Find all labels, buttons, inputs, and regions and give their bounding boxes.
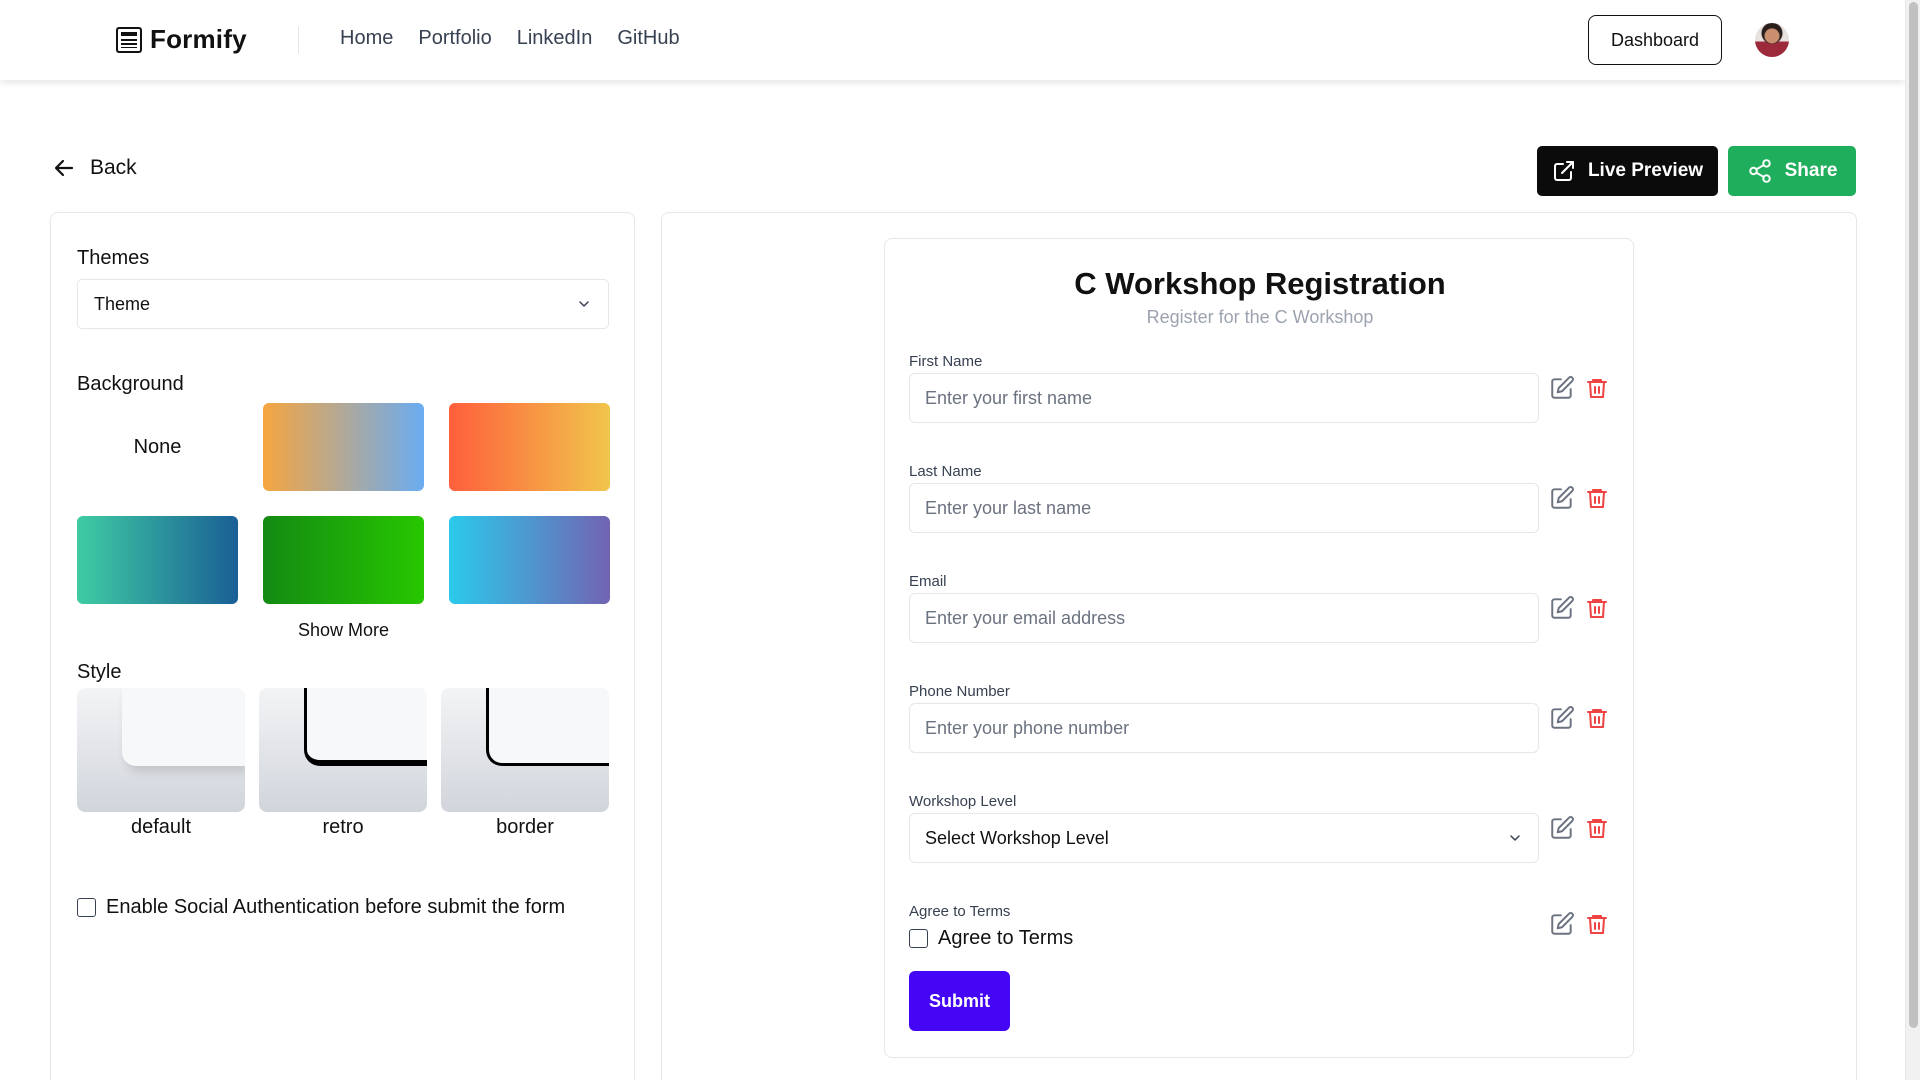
form-subtitle: Register for the C Workshop [1146,307,1374,327]
trash-icon[interactable] [1585,815,1609,841]
back-label: Back [90,156,137,179]
back-button[interactable]: Back [52,156,137,180]
live-preview-label: Live Preview [1587,160,1704,181]
phone-input[interactable] [909,703,1539,753]
nav-github-link[interactable]: GitHub [617,27,679,50]
share-button[interactable]: Share [1728,146,1856,196]
style-option-retro[interactable] [259,688,427,812]
chevron-down-icon [1510,835,1520,841]
nav-linkedin-link[interactable]: LinkedIn [517,27,593,50]
style-label-default: default [130,816,192,838]
style-option-default[interactable] [77,688,245,812]
form-card: C Workshop Registration Register for the… [884,238,1634,1058]
main-nav: Home Portfolio LinkedIn GitHub [340,27,680,50]
last-name-input[interactable] [909,483,1539,533]
edit-icon[interactable] [1549,375,1575,401]
themes-heading: Themes [77,247,150,269]
background-option-red-yellow[interactable] [449,403,610,491]
dashboard-button[interactable]: Dashboard [1588,15,1722,65]
field-label: Phone Number [909,683,1010,700]
page-scrollbar[interactable] [1905,0,1920,1080]
scrollbar-thumb[interactable] [1909,2,1918,1028]
trash-icon[interactable] [1585,595,1609,621]
workshop-level-value: Select Workshop Level [925,827,1109,848]
share-icon [1748,159,1771,183]
field-label: Last Name [909,463,982,480]
edit-icon[interactable] [1549,815,1575,841]
style-preview-retro [304,688,427,766]
form-logo-icon [116,26,142,53]
background-none-label: None [133,435,182,458]
submit-button[interactable]: Submit [909,971,1010,1031]
style-heading: Style [77,661,122,683]
social-auth-option[interactable]: Enable Social Authentication before subm… [77,896,565,919]
background-option-orange-blue[interactable] [263,403,424,491]
field-label: Email [909,573,947,590]
style-option-border[interactable] [441,688,609,812]
nav-home-link[interactable]: Home [340,27,393,50]
agree-terms-label: Agree to Terms [938,927,1074,949]
edit-icon[interactable] [1549,595,1575,621]
form-title: C Workshop Registration [1074,266,1446,301]
show-more-link[interactable]: Show More [51,620,636,641]
form-preview-panel: C Workshop Registration Register for the… [661,212,1857,1080]
background-heading: Background [77,373,184,395]
field-label: First Name [909,353,983,370]
social-auth-checkbox[interactable] [77,898,96,917]
first-name-input[interactable] [909,373,1539,423]
style-preview-border [486,688,609,766]
live-preview-button[interactable]: Live Preview [1537,146,1718,196]
customization-panel: Themes Theme Background None Show More S… [50,212,635,1080]
background-option-green[interactable] [263,516,424,604]
brand-logo[interactable]: Formify [116,24,247,55]
background-option-teal-navy[interactable] [77,516,238,604]
external-link-icon [1553,161,1574,181]
theme-select-value: Theme [94,293,151,314]
style-preview-default [122,688,245,766]
trash-icon[interactable] [1585,911,1609,937]
background-option-cyan-purple[interactable] [449,516,610,604]
workshop-level-select[interactable]: Select Workshop Level [909,813,1539,863]
field-label: Workshop Level [909,793,1017,810]
agree-terms-checkbox[interactable] [909,929,928,948]
trash-icon[interactable] [1585,375,1609,401]
arrow-left-icon [54,159,74,177]
field-label: Agree to Terms [909,903,1011,920]
nav-portfolio-link[interactable]: Portfolio [418,27,491,50]
theme-select[interactable]: Theme [77,279,609,329]
social-auth-label: Enable Social Authentication before subm… [106,896,566,918]
chevron-down-icon [579,301,589,307]
background-option-none[interactable]: None [77,403,238,491]
agree-terms-option[interactable]: Agree to Terms [909,927,1073,950]
style-label-retro: retro [322,816,364,838]
edit-icon[interactable] [1549,705,1575,731]
user-avatar[interactable] [1755,23,1789,57]
share-label: Share [1784,160,1838,181]
edit-icon[interactable] [1549,911,1575,937]
page: Formify Home Portfolio LinkedIn GitHub D… [0,0,1905,1080]
edit-icon[interactable] [1549,485,1575,511]
email-input[interactable] [909,593,1539,643]
trash-icon[interactable] [1585,485,1609,511]
trash-icon[interactable] [1585,705,1609,731]
style-label-border: border [496,816,554,838]
header-divider [298,26,299,54]
brand-name: Formify [150,24,247,54]
top-navbar: Formify Home Portfolio LinkedIn GitHub D… [0,0,1905,80]
